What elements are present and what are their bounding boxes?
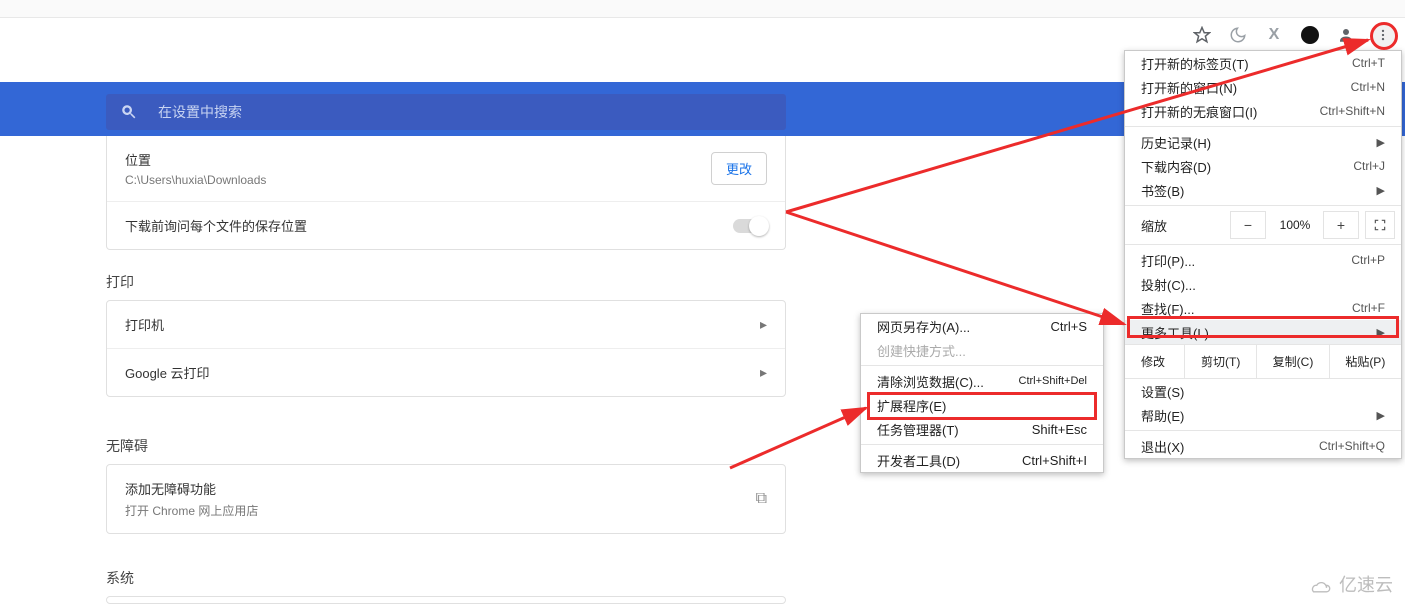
- chevron-right-icon: ▶: [1377, 326, 1385, 339]
- menu-incognito[interactable]: 打开新的无痕窗口(I)Ctrl+Shift+N: [1125, 99, 1401, 123]
- browser-toolbar: X: [0, 18, 1405, 52]
- download-location-label: 位置: [125, 150, 266, 169]
- chevron-right-icon: ▶: [1377, 409, 1385, 422]
- printer-row[interactable]: 打印机 ▸: [107, 301, 785, 348]
- menu-new-window[interactable]: 打开新的窗口(N)Ctrl+N: [1125, 75, 1401, 99]
- moon-icon[interactable]: [1227, 24, 1249, 46]
- chevron-right-icon: ▶: [1377, 136, 1385, 149]
- a11y-open-row[interactable]: 添加无障碍功能 打开 Chrome 网上应用店 ⧉: [107, 465, 785, 533]
- search-icon: [120, 103, 138, 121]
- menu-exit[interactable]: 退出(X)Ctrl+Shift+Q: [1125, 434, 1401, 458]
- menu-new-tab[interactable]: 打开新的标签页(T)Ctrl+T: [1125, 51, 1401, 75]
- section-a11y: 无障碍: [106, 436, 148, 456]
- more-tools-submenu: 网页另存为(A)...Ctrl+S 创建快捷方式... 清除浏览数据(C)...…: [860, 313, 1104, 473]
- window-top-strip: [0, 0, 1405, 18]
- chrome-main-menu: 打开新的标签页(T)Ctrl+T 打开新的窗口(N)Ctrl+N 打开新的无痕窗…: [1124, 50, 1402, 459]
- menu-downloads[interactable]: 下载内容(D)Ctrl+J: [1125, 154, 1401, 178]
- chevron-right-icon: ▸: [760, 316, 767, 333]
- submenu-save-as[interactable]: 网页另存为(A)...Ctrl+S: [861, 314, 1103, 338]
- a11y-sub-label: 打开 Chrome 网上应用店: [125, 502, 258, 519]
- print-card: 打印机 ▸ Google 云打印 ▸: [106, 300, 786, 397]
- change-location-button[interactable]: 更改: [711, 152, 767, 185]
- menu-find[interactable]: 查找(F)...Ctrl+F: [1125, 296, 1401, 320]
- star-icon[interactable]: [1191, 24, 1213, 46]
- x-letter-icon[interactable]: X: [1263, 24, 1285, 46]
- menu-print[interactable]: 打印(P)...Ctrl+P: [1125, 248, 1401, 272]
- chevron-right-icon: ▶: [1377, 184, 1385, 197]
- menu-help[interactable]: 帮助(E)▶: [1125, 403, 1401, 427]
- menu-paste[interactable]: 粘贴(P): [1330, 345, 1401, 378]
- downloads-card: 位置 C:\Users\huxia\Downloads 更改 下载前询问每个文件…: [106, 136, 786, 250]
- settings-search[interactable]: 在设置中搜索: [106, 94, 786, 130]
- menu-edit-row: 修改 剪切(T) 复制(C) 粘贴(P): [1125, 344, 1401, 379]
- ask-download-toggle[interactable]: [733, 219, 767, 233]
- menu-more-tools[interactable]: 更多工具(L)▶: [1125, 320, 1401, 344]
- submenu-task-manager[interactable]: 任务管理器(T)Shift+Esc: [861, 417, 1103, 441]
- profile-icon[interactable]: [1335, 24, 1357, 46]
- circle-icon[interactable]: [1299, 24, 1321, 46]
- fullscreen-button[interactable]: [1365, 211, 1395, 239]
- menu-history[interactable]: 历史记录(H)▶: [1125, 130, 1401, 154]
- zoom-value: 100%: [1266, 218, 1324, 232]
- menu-bookmarks[interactable]: 书签(B)▶: [1125, 178, 1401, 202]
- section-print: 打印: [106, 272, 134, 292]
- download-location-path: C:\Users\huxia\Downloads: [125, 173, 266, 187]
- a11y-card: 添加无障碍功能 打开 Chrome 网上应用店 ⧉: [106, 464, 786, 534]
- cloud-print-row[interactable]: Google 云打印 ▸: [107, 348, 785, 396]
- submenu-clear-data[interactable]: 清除浏览数据(C)...Ctrl+Shift+Del: [861, 369, 1103, 393]
- printer-label: 打印机: [125, 315, 164, 334]
- a11y-add-label: 添加无障碍功能: [125, 479, 258, 498]
- menu-settings[interactable]: 设置(S): [1125, 379, 1401, 403]
- cloud-print-label: Google 云打印: [125, 363, 210, 382]
- search-placeholder: 在设置中搜索: [158, 102, 242, 122]
- chevron-right-icon: ▸: [760, 364, 767, 381]
- download-location-row: 位置 C:\Users\huxia\Downloads 更改: [107, 136, 785, 201]
- submenu-extensions[interactable]: 扩展程序(E): [861, 393, 1103, 417]
- kebab-menu-button[interactable]: [1371, 23, 1395, 47]
- submenu-dev-tools[interactable]: 开发者工具(D)Ctrl+Shift+I: [861, 448, 1103, 472]
- zoom-in-button[interactable]: +: [1323, 211, 1359, 239]
- menu-zoom-row: 缩放 − 100% +: [1125, 209, 1401, 241]
- ask-download-row[interactable]: 下载前询问每个文件的保存位置: [107, 201, 785, 249]
- ask-download-label: 下载前询问每个文件的保存位置: [125, 216, 307, 235]
- submenu-create-shortcut: 创建快捷方式...: [861, 338, 1103, 362]
- menu-copy[interactable]: 复制(C): [1257, 345, 1329, 378]
- open-external-icon: ⧉: [756, 490, 767, 508]
- toolbar-icons-group: X: [1191, 20, 1395, 50]
- section-system: 系统: [106, 568, 134, 588]
- menu-cut[interactable]: 剪切(T): [1185, 345, 1257, 378]
- zoom-out-button[interactable]: −: [1230, 211, 1266, 239]
- menu-cast[interactable]: 投射(C)...: [1125, 272, 1401, 296]
- watermark: 亿速云: [1307, 571, 1393, 597]
